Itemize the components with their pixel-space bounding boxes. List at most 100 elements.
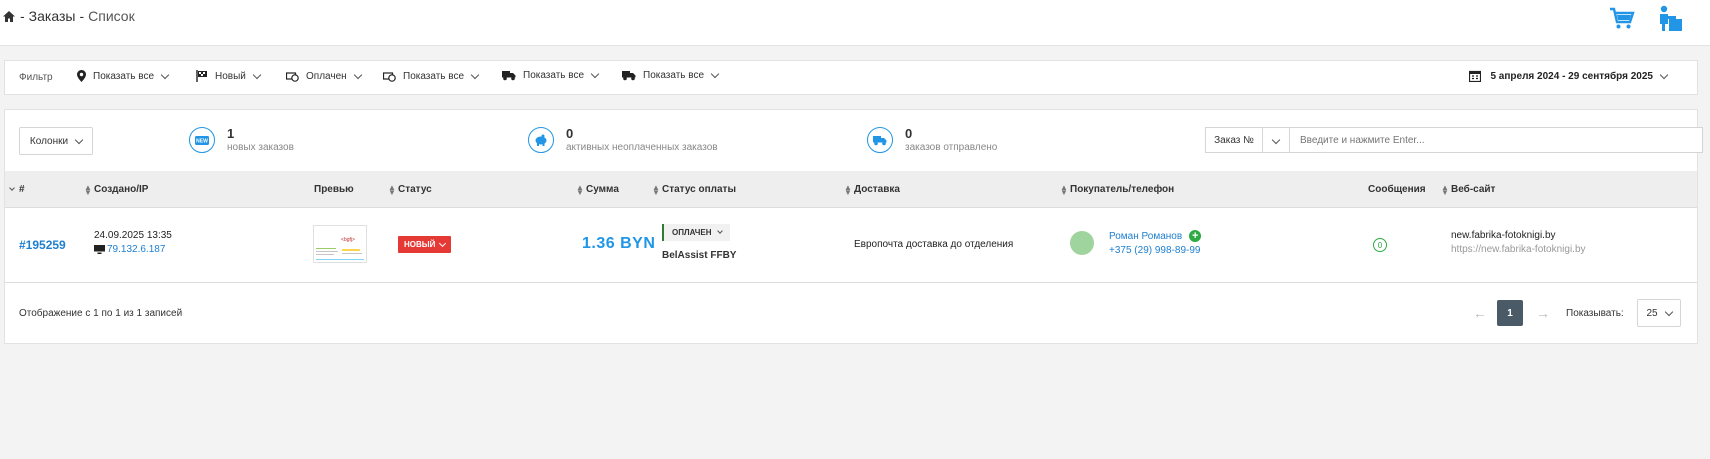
orders-panel: Колонки NEW 1 новых заказов 0 активных н…	[4, 109, 1703, 344]
filter-label: Фильтр	[19, 72, 53, 83]
col-id-label: #	[19, 184, 25, 195]
website-url[interactable]: https://new.fabrika-fotoknigi.by	[1451, 244, 1586, 255]
buyer-name-link[interactable]: Роман Романов	[1109, 231, 1182, 242]
chevron-down-icon	[716, 228, 723, 234]
messages-count[interactable]: 0	[1373, 238, 1387, 252]
per-page-select[interactable]: 25	[1637, 299, 1681, 327]
filter-payment-method[interactable]: Показать все	[383, 70, 480, 82]
per-page-value: 25	[1646, 307, 1658, 319]
chevron-down-icon	[1664, 307, 1673, 316]
col-created[interactable]: ▲ ▼ Создано/IP	[84, 183, 149, 196]
col-buyer[interactable]: ▲ ▼ Покупатель/телефон	[1060, 183, 1175, 196]
table-header: # ▲ ▼ Создано/IP Превью ▲ ▼ Статус ▲ ▼ Сумма ▲…	[5, 171, 1697, 208]
chevron-down-icon	[160, 70, 170, 79]
order-id-link[interactable]: #195259	[19, 238, 66, 252]
filter-payment[interactable]: Оплачен	[286, 70, 362, 82]
pagination: ← 1 →	[1473, 300, 1550, 326]
col-delivery[interactable]: ▲ ▼ Доставка	[844, 182, 900, 197]
truck-icon	[502, 71, 516, 81]
breadcrumb-separator: -	[20, 8, 25, 24]
calendar-icon	[1469, 70, 1482, 82]
stat-unpaid-orders: 0 активных неоплаченных заказов	[528, 127, 718, 153]
chevron-down-icon	[74, 135, 84, 144]
stat-new-orders: NEW 1 новых заказов	[189, 127, 294, 153]
flag-icon	[196, 70, 207, 82]
prev-page-button[interactable]: ←	[1473, 305, 1487, 321]
avatar	[1070, 231, 1094, 255]
delivery-method: Европочта доставка до отделения	[854, 239, 1014, 250]
home-icon[interactable]	[2, 10, 16, 23]
page-1-button[interactable]: 1	[1497, 300, 1523, 326]
sort-icon: ▲ ▼	[844, 182, 852, 197]
col-website[interactable]: ▲ ▼ Веб-сайт	[1441, 182, 1496, 197]
search-input[interactable]	[1290, 127, 1703, 153]
truck-icon	[867, 127, 893, 153]
map-pin-icon	[77, 70, 86, 82]
breadcrumb-orders[interactable]: Заказы	[29, 8, 76, 24]
order-created: 24.09.2025 13:35 79.132.6.187	[94, 230, 172, 255]
buyer-info: Роман Романов + +375 (29) 998-89-99	[1109, 230, 1202, 256]
svg-text:<bgfj>: <bgfj>	[341, 237, 355, 243]
sort-icon: ▲ ▼	[1441, 182, 1449, 197]
search-field-dropdown[interactable]	[1263, 127, 1290, 153]
col-status-label: Статус	[398, 184, 432, 195]
status-badge-label: НОВЫЙ	[404, 240, 436, 249]
filter-status[interactable]: Новый	[196, 70, 262, 82]
stat-new-orders-label: новых заказов	[227, 142, 294, 153]
top-bar: - Заказы - Список	[0, 0, 1710, 46]
shopping-cart-icon[interactable]	[1608, 4, 1636, 32]
svg-text:NEW: NEW	[196, 138, 208, 144]
columns-button[interactable]: Колонки	[19, 127, 93, 155]
filter-delivery[interactable]: Показать все	[502, 69, 600, 81]
date-range-picker[interactable]: 5 апреля 2024 - 29 сентября 2025	[1469, 70, 1669, 82]
order-preview-thumbnail[interactable]: <bgfj>	[313, 225, 367, 263]
money-icon	[383, 72, 396, 82]
search-field-select[interactable]: Заказ №	[1205, 127, 1263, 153]
user-at-desk-icon[interactable]	[1656, 4, 1684, 32]
col-preview-label: Превью	[314, 184, 354, 195]
website-info: new.fabrika-fotoknigi.by https://new.fab…	[1451, 230, 1586, 255]
payment-status-badge[interactable]: ОПЛАЧЕН	[662, 224, 730, 241]
money-icon	[286, 72, 299, 82]
filter-shipping[interactable]: Показать все	[622, 69, 720, 81]
col-id[interactable]: #	[9, 184, 25, 195]
filter-payment-label: Оплачен	[306, 70, 347, 82]
sort-icon: ▲ ▼	[576, 182, 584, 197]
desktop-icon	[94, 245, 105, 254]
chevron-down-icon	[252, 70, 262, 79]
col-status[interactable]: ▲ ▼ Статус	[388, 182, 432, 197]
per-page-label: Показывать:	[1566, 308, 1624, 319]
truck-icon	[622, 71, 636, 81]
stat-new-orders-count: 1	[227, 126, 235, 141]
col-website-label: Веб-сайт	[1451, 184, 1496, 195]
col-buyer-label: Покупатель/телефон	[1070, 184, 1175, 195]
filter-payment-method-label: Показать все	[403, 70, 465, 82]
chevron-down-icon	[590, 69, 600, 79]
next-page-button[interactable]: →	[1536, 305, 1550, 321]
chevron-down-icon	[1271, 135, 1281, 145]
filter-location[interactable]: Показать все	[77, 70, 170, 82]
chevron-down-icon	[710, 69, 720, 79]
filter-bar: Фильтр Показать все Новый Оплачен Показа…	[4, 60, 1698, 95]
chevron-down-icon	[353, 70, 362, 79]
filter-location-label: Показать все	[93, 70, 155, 82]
records-summary: Отображение с 1 по 1 из 1 записей	[19, 308, 183, 319]
buyer-phone-link[interactable]: +375 (29) 998-89-99	[1109, 245, 1201, 256]
chevron-down-icon	[470, 70, 480, 79]
table-row: #195259 24.09.2025 13:35 79.132.6.187 <b…	[5, 208, 1697, 283]
col-payment-status[interactable]: ▲ ▼ Статус оплаты	[652, 183, 736, 196]
piggy-bank-icon	[528, 127, 554, 153]
page-title: Список	[88, 8, 135, 24]
stat-shipped-orders-count: 0	[905, 126, 913, 141]
status-badge[interactable]: НОВЫЙ	[398, 236, 452, 253]
stat-unpaid-orders-count: 0	[566, 126, 574, 141]
col-created-label: Создано/IP	[94, 184, 149, 195]
chevron-down-icon	[1659, 70, 1669, 79]
sort-icon: ▲ ▼	[388, 182, 396, 197]
order-ip[interactable]: 79.132.6.187	[94, 244, 172, 255]
sort-icon	[9, 185, 15, 191]
chevron-down-icon	[439, 239, 447, 247]
filter-shipping-label: Показать все	[643, 70, 705, 81]
col-amount[interactable]: ▲ ▼ Сумма	[576, 182, 619, 197]
add-icon[interactable]: +	[1189, 230, 1202, 242]
